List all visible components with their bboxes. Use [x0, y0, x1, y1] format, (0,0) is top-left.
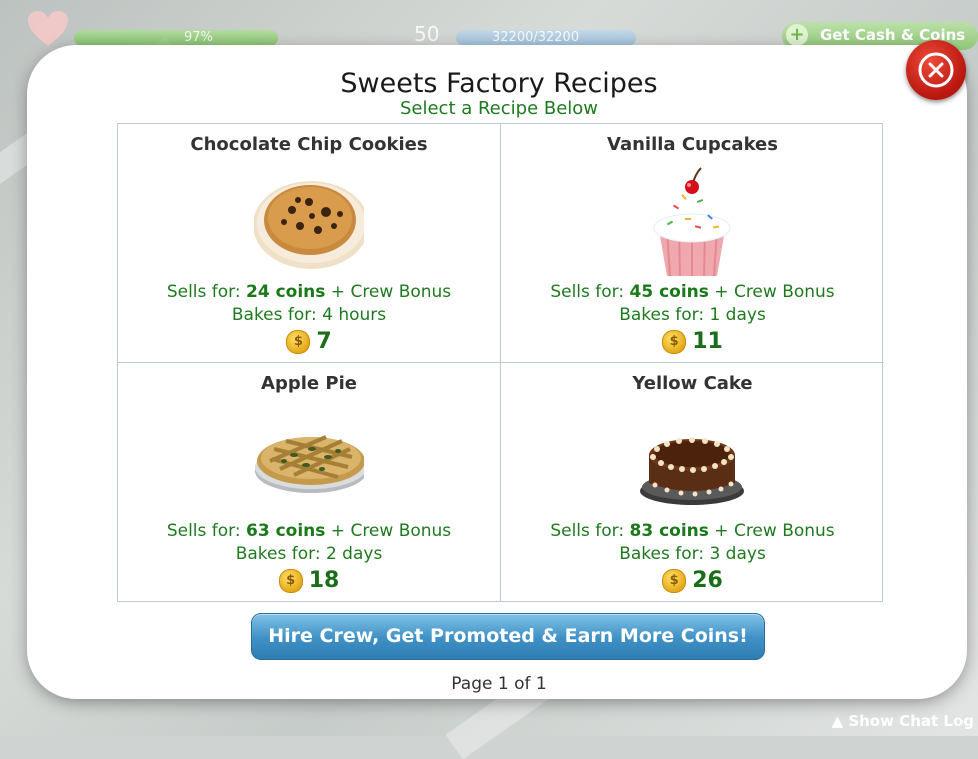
show-chat-log-button[interactable]: ▲ Show Chat Log	[832, 708, 978, 734]
close-icon	[918, 52, 954, 88]
sells-for-text: Sells for: 24 coins + Crew Bonus	[166, 282, 452, 302]
coin-icon: $	[286, 329, 311, 354]
health-percent: 97%	[184, 30, 213, 45]
cost-value: 26	[692, 568, 723, 593]
cost-value: 11	[692, 329, 723, 354]
coin-icon: $	[662, 329, 687, 354]
sells-for-text: Sells for: 63 coins + Crew Bonus	[166, 521, 452, 541]
hire-crew-button[interactable]: Hire Crew, Get Promoted & Earn More Coin…	[251, 613, 765, 660]
close-button[interactable]	[906, 40, 966, 100]
sell-price: 63 coins	[246, 521, 326, 541]
sell-price: 83 coins	[629, 521, 709, 541]
cookie-plate-icon	[253, 160, 369, 280]
bakes-for-text: Bakes for: 3 days	[619, 544, 766, 564]
chocolate-cake-icon	[637, 399, 747, 519]
pie-icon	[254, 399, 367, 519]
health-bar	[74, 30, 278, 46]
page-indicator: Page 1 of 1	[451, 674, 547, 694]
sells-for-text: Sells for: 83 coins + Crew Bonus	[550, 521, 835, 541]
bakes-for-text: Bakes for: 4 hours	[231, 305, 387, 325]
recipe-card-cupcakes[interactable]: Vanilla Cupcakes Sells for: 45 coins + C…	[501, 124, 884, 363]
recipe-name: Chocolate Chip Cookies	[190, 134, 428, 155]
sells-for-text: Sells for: 45 coins + Crew Bonus	[550, 282, 835, 302]
coin-icon: $	[662, 568, 687, 593]
recipe-cost: $18	[118, 568, 500, 593]
sell-price: 45 coins	[629, 282, 709, 302]
recipe-name: Yellow Cake	[632, 373, 753, 394]
level-number: 50	[414, 22, 440, 46]
recipe-name: Apple Pie	[261, 373, 357, 394]
bakes-for-text: Bakes for: 1 days	[619, 305, 766, 325]
recipe-cost: $7	[118, 329, 500, 354]
recipe-cost: $11	[501, 329, 884, 354]
bakes-for-text: Bakes for: 2 days	[235, 544, 383, 564]
recipe-cost: $26	[501, 568, 884, 593]
recipe-card-yellow-cake[interactable]: Yellow Cake Sells for: 83 coins + Crew B…	[501, 363, 884, 602]
recipe-grid: Chocolate Chip Cookies Sells for: 24 coi…	[117, 123, 884, 602]
plus-icon[interactable]: +	[786, 24, 808, 46]
xp-text: 32200/32200	[492, 30, 580, 45]
modal-subtitle: Select a Recipe Below	[399, 98, 599, 119]
recipe-name: Vanilla Cupcakes	[607, 134, 778, 155]
coin-icon: $	[278, 568, 303, 593]
recipe-card-cookies[interactable]: Chocolate Chip Cookies Sells for: 24 coi…	[118, 124, 501, 363]
cost-value: 18	[308, 568, 340, 593]
top-hud: 97% 50 32200/32200 + Get Cash & Coins	[0, 0, 978, 50]
sell-price: 24 coins	[246, 282, 326, 302]
cupcake-icon	[637, 160, 747, 280]
modal-title: Sweets Factory Recipes	[340, 68, 658, 99]
recipe-card-apple-pie[interactable]: Apple Pie Sells for: 63 coins + Crew Bon…	[118, 363, 501, 602]
heart-icon	[26, 10, 70, 48]
cost-value: 7	[316, 329, 332, 354]
